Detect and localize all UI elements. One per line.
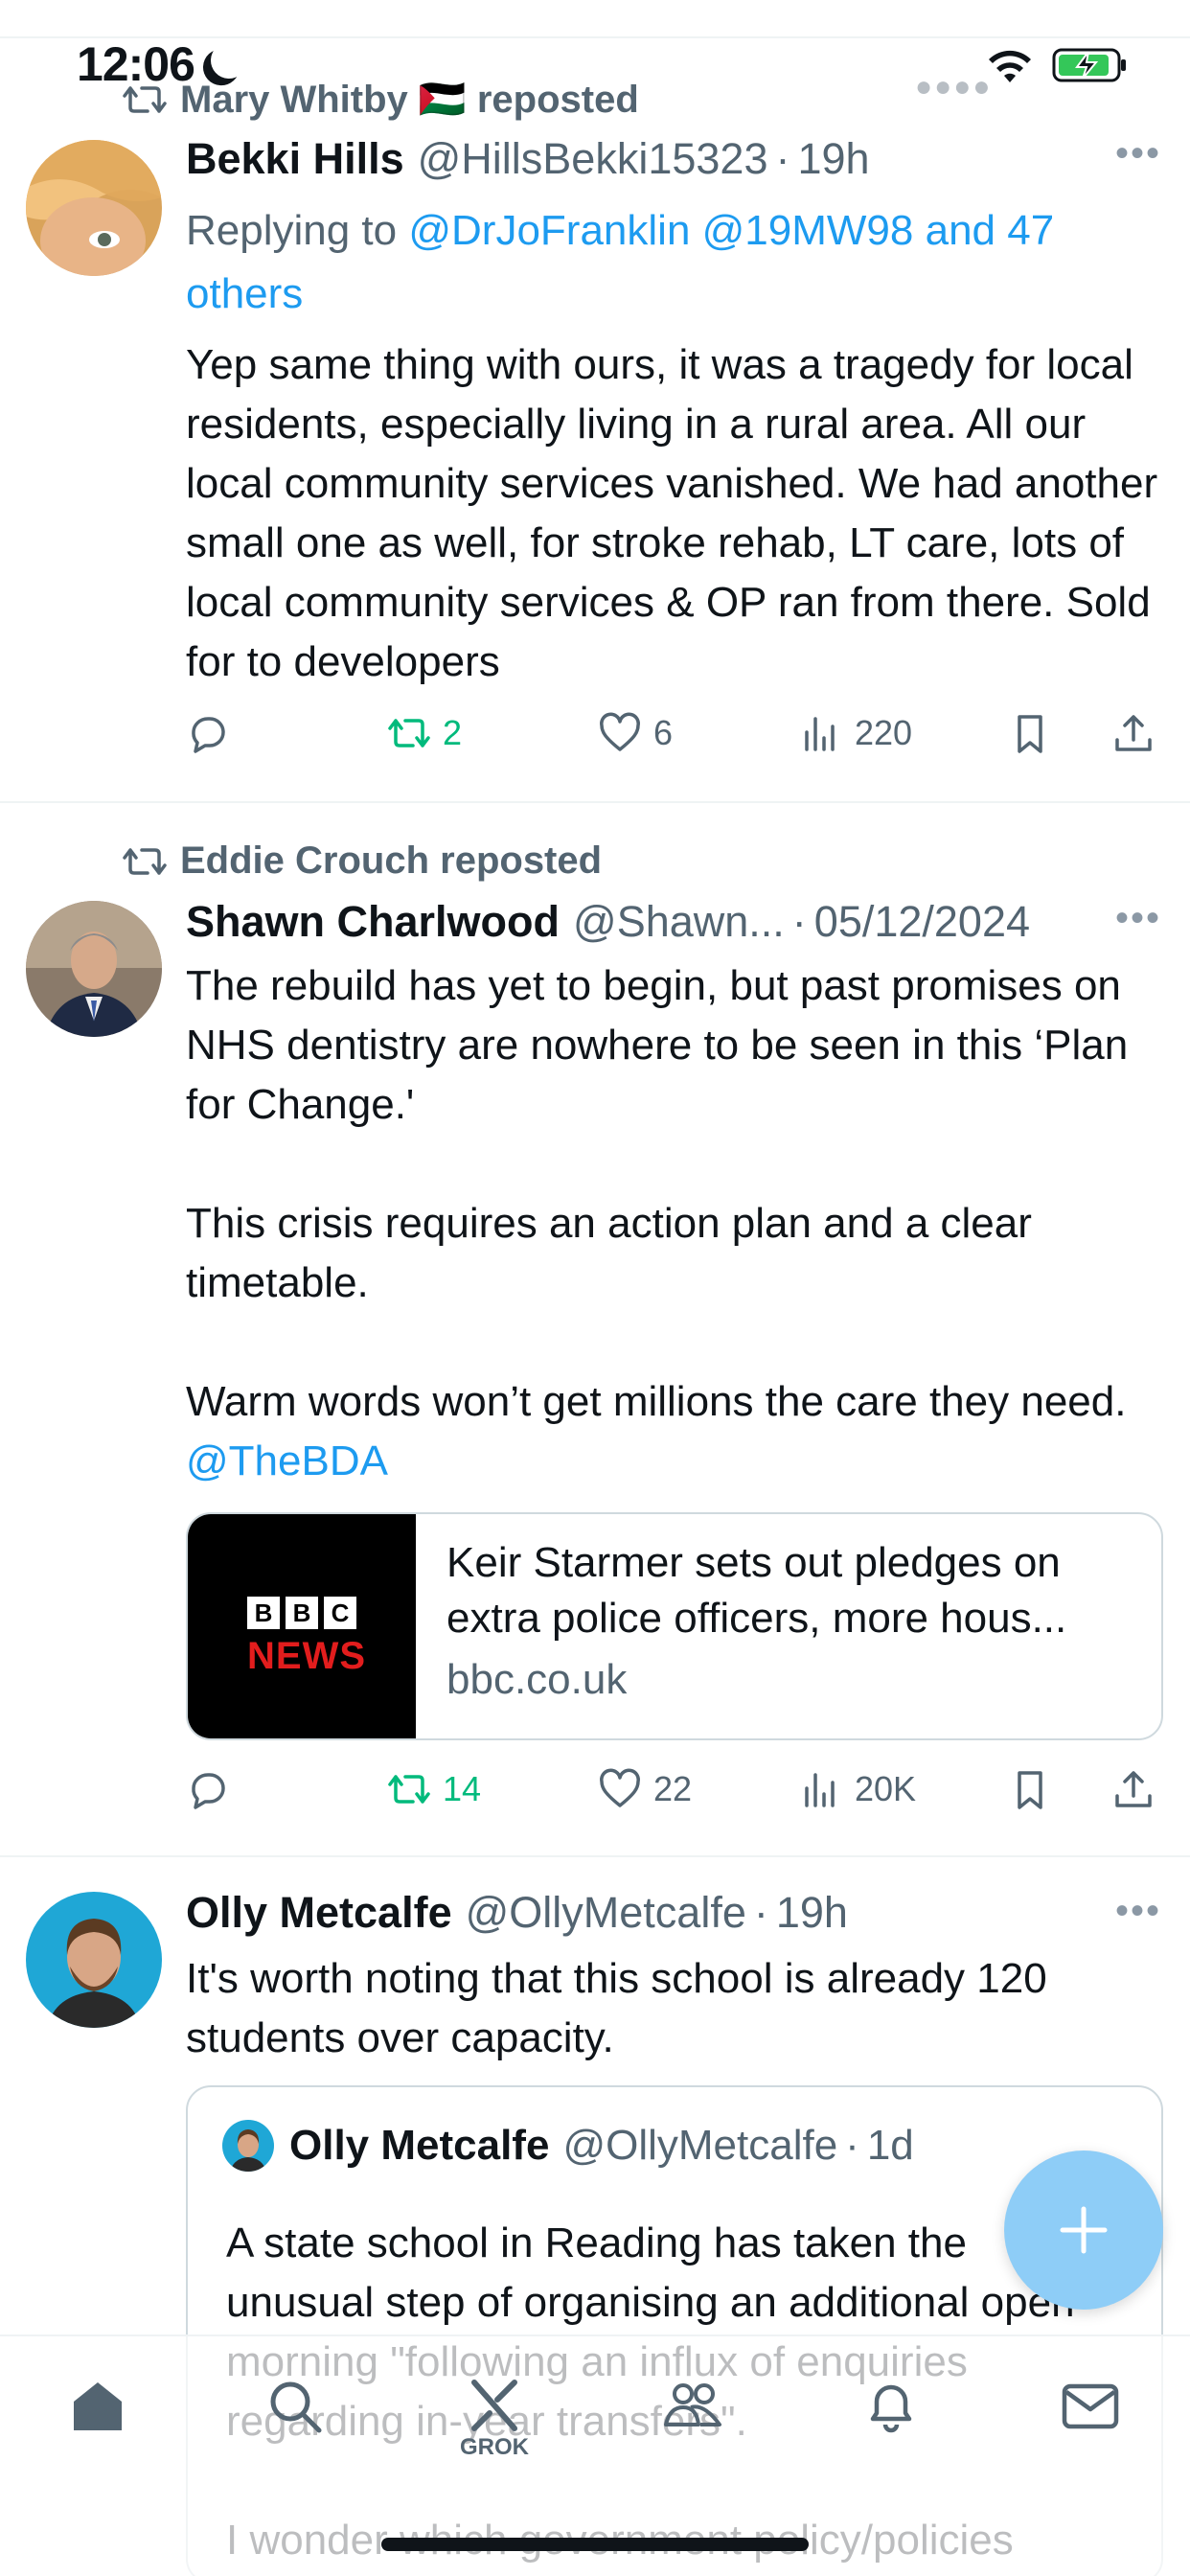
quoted-tweet-header: Olly Metcalfe @OllyMetcalfe · 1d bbox=[222, 2120, 914, 2172]
bookmark-button[interactable] bbox=[1008, 1767, 1052, 1811]
share-button[interactable] bbox=[1111, 711, 1156, 755]
display-name[interactable]: Bekki Hills bbox=[186, 134, 404, 184]
reply-icon bbox=[192, 717, 225, 753]
repost-icon bbox=[123, 85, 167, 113]
view-count: 220 bbox=[855, 713, 913, 752]
like-count: 22 bbox=[653, 1769, 693, 1808]
bookmark-icon bbox=[1018, 1771, 1042, 1809]
like-button[interactable]: 22 bbox=[598, 1767, 692, 1811]
timestamp[interactable]: 05/12/2024 bbox=[814, 897, 1030, 947]
mention-link[interactable]: @TheBDA bbox=[186, 1438, 388, 1484]
display-name[interactable]: Olly Metcalfe bbox=[186, 1888, 452, 1938]
status-bar bbox=[0, 0, 1190, 38]
separator-dot: · bbox=[845, 2122, 859, 2169]
avatar[interactable] bbox=[26, 901, 162, 1037]
grok-icon bbox=[471, 2380, 517, 2431]
link-card-title: Keir Starmer sets out pledges on extra p… bbox=[446, 1539, 1067, 1642]
user-handle[interactable]: @OllyMetcalfe bbox=[466, 1888, 746, 1938]
separator-dot: · bbox=[753, 1888, 768, 1937]
repost-context: Mary Whitby 🇵🇸 reposted bbox=[123, 77, 639, 122]
compose-button[interactable] bbox=[1004, 2150, 1163, 2310]
like-count: 6 bbox=[653, 713, 674, 752]
reposted-by-label: Mary Whitby 🇵🇸 reposted bbox=[180, 79, 639, 121]
views-icon bbox=[805, 1773, 835, 1807]
separator-dot: · bbox=[775, 134, 790, 183]
nav-search[interactable] bbox=[247, 2375, 343, 2471]
share-button[interactable] bbox=[1111, 1767, 1156, 1811]
bbc-logo: BBC bbox=[247, 1597, 356, 1629]
messages-icon bbox=[1062, 2383, 1119, 2429]
reply-icon bbox=[192, 1773, 225, 1809]
more-options-icon[interactable]: ••• bbox=[1115, 1890, 1161, 1933]
more-options-icon[interactable]: ••• bbox=[1115, 132, 1161, 175]
repost-count: 2 bbox=[443, 713, 463, 752]
display-name[interactable]: Shawn Charlwood bbox=[186, 897, 560, 947]
view-count: 20K bbox=[855, 1769, 917, 1808]
tweet-text: Yep same thing with ours, it was a trage… bbox=[186, 341, 1158, 685]
action-bar: 14 22 20K bbox=[186, 1767, 1161, 1825]
home-indicator[interactable] bbox=[381, 2538, 809, 2551]
avatar[interactable] bbox=[26, 1892, 162, 2028]
bookmark-button[interactable] bbox=[1008, 711, 1052, 755]
link-card-thumbnail: BBC NEWS bbox=[188, 1514, 416, 1738]
link-card-domain: bbc.co.uk bbox=[446, 1656, 628, 1703]
bookmark-icon bbox=[1018, 715, 1042, 753]
tweet[interactable]: Eddie Crouch reposted Shawn Charlwood @S… bbox=[0, 805, 1190, 1857]
quoted-avatar bbox=[222, 2120, 274, 2172]
tweet-header: Shawn Charlwood @Shawn... · 05/12/2024 bbox=[186, 897, 1161, 947]
timestamp[interactable]: 19h bbox=[776, 1888, 848, 1938]
more-options-icon[interactable]: ••• bbox=[1115, 897, 1161, 940]
share-icon bbox=[1115, 715, 1152, 751]
like-icon bbox=[600, 712, 640, 751]
repost-context: Eddie Crouch reposted bbox=[123, 840, 602, 883]
like-icon bbox=[600, 1768, 640, 1807]
notifications-icon bbox=[870, 2384, 912, 2433]
repost-icon bbox=[123, 847, 167, 875]
views-icon bbox=[805, 717, 835, 751]
tweet-header: Olly Metcalfe @OllyMetcalfe · 19h bbox=[186, 1888, 1161, 1938]
quoted-timestamp: 1d bbox=[866, 2122, 914, 2169]
tweet-text: It's worth noting that this school is al… bbox=[186, 1955, 1047, 2061]
replying-to: Replying to @DrJoFranklin @19MW98 and 47… bbox=[186, 199, 1133, 326]
timestamp[interactable]: 19h bbox=[797, 134, 869, 184]
search-icon bbox=[270, 2381, 322, 2433]
grok-label: GROK bbox=[460, 2434, 529, 2460]
share-icon bbox=[1115, 1771, 1152, 1807]
repost-icon bbox=[388, 719, 430, 748]
user-handle[interactable]: @HillsBekki15323 bbox=[418, 134, 768, 184]
quoted-display-name: Olly Metcalfe bbox=[289, 2122, 550, 2169]
views-button[interactable]: 20K bbox=[799, 1767, 916, 1811]
nav-home[interactable] bbox=[50, 2375, 146, 2471]
action-bar: 2 6 220 bbox=[186, 711, 1161, 769]
separator-dot: · bbox=[791, 897, 807, 946]
user-handle[interactable]: @Shawn... bbox=[573, 897, 785, 947]
nav-grok[interactable]: GROK bbox=[446, 2375, 542, 2471]
repost-icon bbox=[388, 1775, 430, 1804]
bbc-news-logo-text: NEWS bbox=[247, 1635, 366, 1677]
reply-button[interactable] bbox=[186, 711, 230, 755]
tweet-text-content: The rebuild has yet to begin, but past p… bbox=[186, 962, 1129, 1425]
quoted-handle: @OllyMetcalfe bbox=[562, 2122, 838, 2169]
nav-notifications[interactable] bbox=[843, 2375, 939, 2471]
reply-button[interactable] bbox=[186, 1767, 230, 1811]
home-icon bbox=[74, 2382, 122, 2430]
replying-to-prefix: Replying to bbox=[186, 207, 409, 254]
tweet-text: The rebuild has yet to begin, but past p… bbox=[186, 956, 1161, 1491]
nav-communities[interactable] bbox=[646, 2375, 742, 2471]
repost-button[interactable]: 2 bbox=[387, 711, 462, 755]
reposted-by-label: Eddie Crouch reposted bbox=[180, 840, 603, 882]
communities-icon bbox=[664, 2383, 721, 2426]
repost-count: 14 bbox=[443, 1769, 482, 1808]
avatar[interactable] bbox=[26, 140, 162, 276]
link-card[interactable]: BBC NEWS Keir Starmer sets out pledges o… bbox=[186, 1512, 1163, 1740]
nav-messages[interactable] bbox=[1042, 2375, 1138, 2471]
views-button[interactable]: 220 bbox=[799, 711, 912, 755]
like-button[interactable]: 6 bbox=[598, 711, 673, 755]
compose-plus-icon bbox=[1060, 2206, 1108, 2254]
tweet[interactable]: Mary Whitby 🇵🇸 reposted Bekki Hills @Hil… bbox=[0, 38, 1190, 803]
tweet-header: Bekki Hills @HillsBekki15323 · 19h bbox=[186, 134, 1161, 184]
repost-button[interactable]: 14 bbox=[387, 1767, 481, 1811]
